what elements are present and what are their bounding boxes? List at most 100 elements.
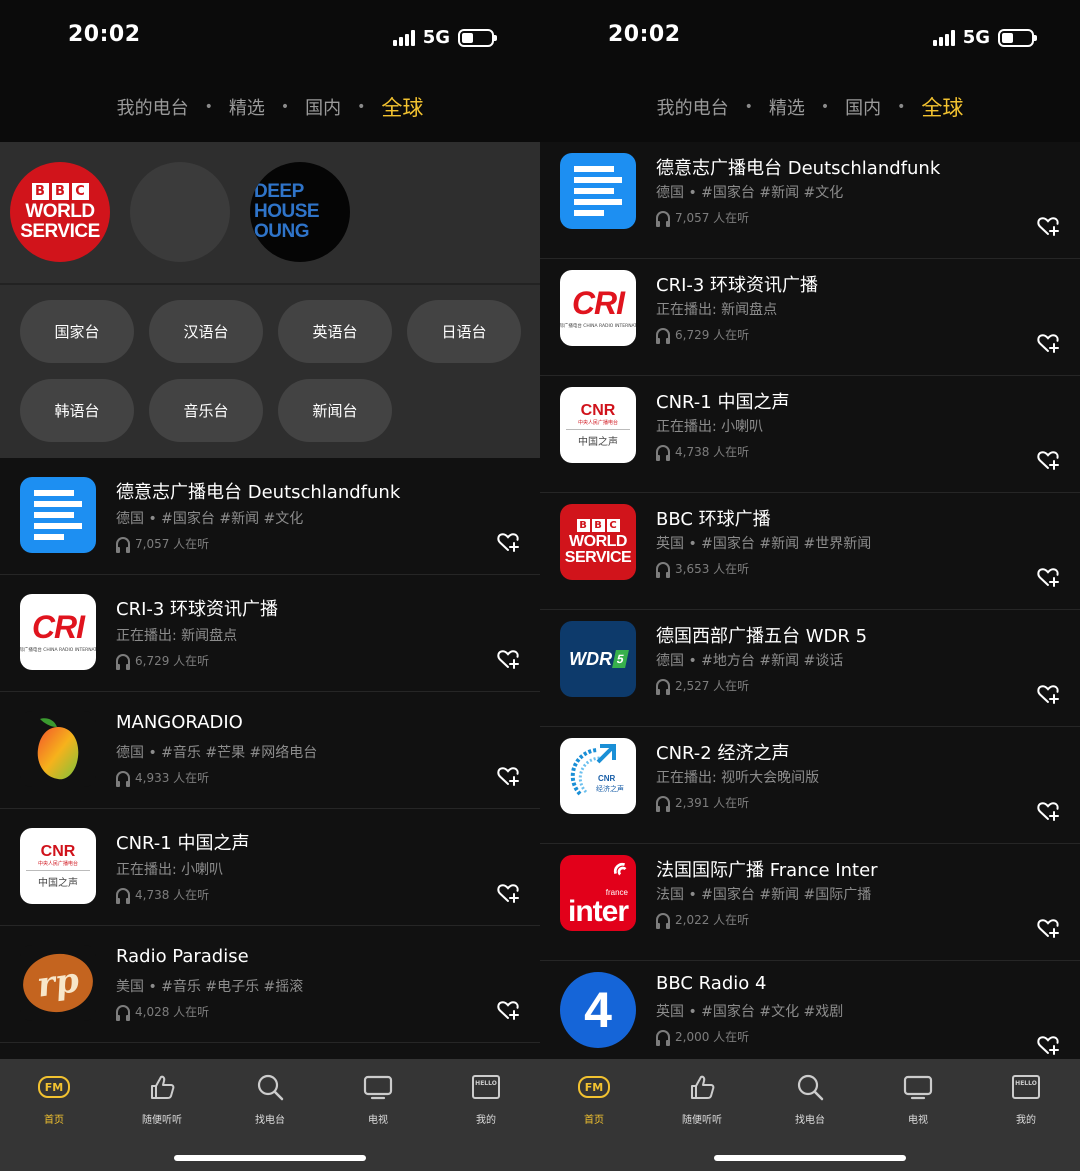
hello-icon-text: HELLO	[1012, 1075, 1040, 1099]
signal-icon	[932, 29, 955, 46]
bottom-nav-item[interactable]: 找电台	[216, 1073, 324, 1126]
station-row[interactable]: CRI中国国际广播电台 CHINA RADIO INTERNATIONALCRI…	[0, 575, 540, 692]
favorite-heart-icon[interactable]	[496, 881, 520, 905]
tab-separator: •	[744, 99, 753, 115]
station-row[interactable]: 德意志广播电台 Deutschlandfunk 德国 • #国家台 #新闻 #文化…	[540, 142, 1080, 259]
favorite-heart-icon[interactable]	[1036, 331, 1060, 355]
featured-logos: B B C WORLD SERVICE DEEP HOUSE OUNG	[10, 162, 350, 262]
station-row[interactable]: CNR 经济之声 CNR-2 经济之声 正在播出: 视听大会晚间版 2,391 人在听	[540, 727, 1080, 844]
bbc-world-service-featured[interactable]: B B C WORLD SERVICE	[10, 162, 110, 262]
home-indicator[interactable]	[174, 1155, 366, 1161]
bottom-nav-item[interactable]: 电视	[864, 1073, 972, 1126]
bottom-nav-item[interactable]: 找电台	[756, 1073, 864, 1126]
tab-1[interactable]: 精选	[769, 94, 805, 120]
bottom-nav-item[interactable]: FM 首页	[0, 1073, 108, 1126]
bottom-nav-item[interactable]: HELLO 我的	[972, 1073, 1080, 1126]
tab-2[interactable]: 国内	[305, 94, 341, 120]
station-row[interactable]: WDR 5 德国西部广播五台 WDR 5 德国 • #地方台 #新闻 #谈话 2,527…	[540, 610, 1080, 727]
category-chip[interactable]: 国家台	[20, 300, 134, 363]
status-time: 20:02	[608, 22, 681, 47]
favorite-heart-icon[interactable]	[1036, 1033, 1060, 1057]
listener-count: 7,057 人在听	[656, 209, 749, 227]
hello-icon: HELLO	[469, 1073, 503, 1101]
favorite-heart-icon[interactable]	[1036, 565, 1060, 589]
station-row[interactable]: MANGORADIO 德国 • #音乐 #芒果 #网络电台 4,933 人在听	[0, 692, 540, 809]
tab-3[interactable]: 全球	[381, 92, 423, 122]
favorite-heart-icon[interactable]	[496, 530, 520, 554]
category-chip[interactable]: 汉语台	[149, 300, 263, 363]
favorite-heart-icon[interactable]	[1036, 799, 1060, 823]
category-chip[interactable]: 音乐台	[149, 379, 263, 442]
signal-icon	[392, 29, 415, 46]
tab-1[interactable]: 精选	[229, 94, 265, 120]
listener-count-text: 6,729 人在听	[135, 654, 210, 668]
favorite-heart-icon[interactable]	[496, 647, 520, 671]
home-indicator[interactable]	[714, 1155, 906, 1161]
favorite-heart-icon[interactable]	[1036, 916, 1060, 940]
category-chip[interactable]: 日语台	[407, 300, 521, 363]
station-row[interactable]: CNR 中央人民广播电台 中国之声 CNR-1 中国之声 正在播出: 小喇叭 4,738 …	[0, 809, 540, 926]
deep-house-lounge-featured[interactable]: DEEP HOUSE OUNG	[250, 162, 350, 262]
cnr-logo: CNR 中央人民广播电台 中国之声	[20, 828, 96, 904]
bbc-block: B	[31, 182, 49, 200]
bottom-nav-label: 随便听听	[682, 1115, 722, 1126]
bottom-nav-item[interactable]: 随便听听	[648, 1073, 756, 1126]
station-row[interactable]: france inter 法国国际广播 France Inter 法国 • #国家台 …	[540, 844, 1080, 961]
blank-featured-logo[interactable]	[130, 162, 230, 262]
cnr-logo-subtext: 中央人民广播电台	[577, 419, 618, 426]
category-chip[interactable]: 韩语台	[20, 379, 134, 442]
inter-logo-text: inter	[567, 895, 629, 928]
bbc-block: B	[591, 518, 605, 532]
bottom-nav-item[interactable]: FM 首页	[540, 1073, 648, 1126]
listener-count: 6,729 人在听	[116, 652, 210, 670]
tab-3[interactable]: 全球	[921, 92, 963, 122]
status-bar: 20:02 5G	[540, 0, 1080, 72]
favorite-heart-icon[interactable]	[496, 998, 520, 1022]
listener-count-text: 4,738 人在听	[135, 888, 210, 902]
headphone-icon	[656, 679, 670, 695]
station-tags: 正在播出: 小喇叭	[656, 419, 764, 435]
radio-paradise-logo: rp	[20, 945, 96, 1021]
bottom-nav-item[interactable]: HELLO 我的	[432, 1073, 540, 1126]
station-tags: 英国 • #国家台 #新闻 #世界新闻	[656, 536, 872, 552]
listener-count-text: 6,729 人在听	[675, 328, 750, 342]
listener-count: 4,738 人在听	[116, 886, 210, 904]
bottom-nav-item[interactable]: 随便听听	[108, 1073, 216, 1126]
station-row[interactable]: rp Radio Paradise 美国 • #音乐 #电子乐 #摇滚 4,028 人…	[0, 926, 540, 1043]
deutschlandfunk-logo	[20, 477, 96, 553]
battery-icon	[458, 28, 497, 47]
bottom-nav-label: 首页	[44, 1115, 64, 1126]
headphone-icon	[116, 771, 130, 787]
wdr-logo-text: WDR	[569, 648, 613, 669]
bottom-nav-item[interactable]: 电视	[324, 1073, 432, 1126]
category-chip[interactable]: 英语台	[278, 300, 392, 363]
fm-icon-text: FM	[38, 1076, 70, 1098]
cri-logo-text: CRI	[31, 608, 85, 645]
status-time: 20:02	[68, 22, 141, 47]
status-indicators: 5G	[392, 27, 497, 48]
station-row[interactable]: B B C WORLD SERVICE BBC 环球广播 英国 • #国家台 #新闻 #世界…	[540, 493, 1080, 610]
favorite-heart-icon[interactable]	[1036, 214, 1060, 238]
headphone-icon	[116, 654, 130, 670]
divider	[26, 869, 90, 871]
favorite-heart-icon[interactable]	[496, 764, 520, 788]
deep-house-logo-line: OUNG	[254, 221, 310, 242]
station-row[interactable]: CRI中国国际广播电台 CHINA RADIO INTERNATIONALCRI…	[540, 259, 1080, 376]
tab-2[interactable]: 国内	[845, 94, 881, 120]
station-title: CRI-3 环球资讯广播	[116, 599, 279, 620]
listener-count-text: 2,527 人在听	[675, 679, 750, 693]
tab-0[interactable]: 我的电台	[657, 94, 729, 120]
category-chip[interactable]: 新闻台	[278, 379, 392, 442]
network-type: 5G	[962, 27, 990, 48]
listener-count-text: 4,738 人在听	[675, 445, 750, 459]
station-title: 法国国际广播 France Inter	[656, 860, 878, 881]
station-title: CNR-1 中国之声	[116, 833, 250, 854]
station-row[interactable]: 德意志广播电台 Deutschlandfunk 德国 • #国家台 #新闻 #文化…	[0, 458, 540, 575]
listener-count-text: 4,933 人在听	[135, 771, 210, 785]
favorite-heart-icon[interactable]	[1036, 448, 1060, 472]
bbc-block: C	[71, 182, 89, 200]
listener-count-text: 7,057 人在听	[135, 537, 210, 551]
favorite-heart-icon[interactable]	[1036, 682, 1060, 706]
tab-0[interactable]: 我的电台	[117, 94, 189, 120]
station-row[interactable]: CNR 中央人民广播电台 中国之声 CNR-1 中国之声 正在播出: 小喇叭 4,738 …	[540, 376, 1080, 493]
